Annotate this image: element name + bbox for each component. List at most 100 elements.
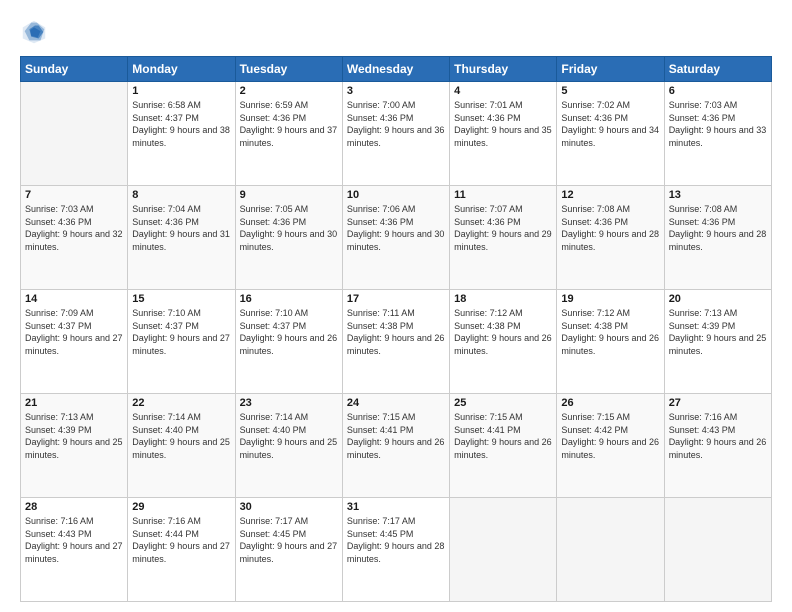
calendar-cell: 9 Sunrise: 7:05 AMSunset: 4:36 PMDaylight… — [235, 186, 342, 290]
day-info: Sunrise: 6:58 AMSunset: 4:37 PMDaylight:… — [132, 99, 230, 149]
day-info: Sunrise: 7:11 AMSunset: 4:38 PMDaylight:… — [347, 307, 445, 357]
calendar-cell: 30Sunrise: 7:17 AMSunset: 4:45 PMDayligh… — [235, 498, 342, 602]
day-number: 8 — [132, 189, 230, 201]
calendar-cell: 1Sunrise: 6:58 AMSunset: 4:37 PMDaylight… — [128, 82, 235, 186]
calendar-cell: 23Sunrise: 7:14 AMSunset: 4:40 PMDayligh… — [235, 394, 342, 498]
calendar-cell: 19 Sunrise: 7:12 AMSunset: 4:38 PMDayligh… — [557, 290, 664, 394]
day-info: Sunrise: 7:14 AMSunset: 4:40 PMDaylight:… — [132, 411, 230, 461]
day-info: Sunrise: 7:02 AMSunset: 4:36 PMDaylight:… — [561, 99, 659, 149]
day-number: 24 — [347, 397, 445, 409]
day-number: 15 — [132, 293, 230, 305]
header-day-saturday: Saturday — [664, 57, 771, 82]
calendar-cell: 2 Sunrise: 6:59 AMSunset: 4:36 PMDaylight… — [235, 82, 342, 186]
day-info: Sunrise: 7:08 AMSunset: 4:36 PMDaylight:… — [669, 203, 767, 253]
day-number: 25 — [454, 397, 552, 409]
calendar-cell: 15 Sunrise: 7:10 AMSunset: 4:37 PMDayligh… — [128, 290, 235, 394]
day-info: Sunrise: 7:15 AMSunset: 4:41 PMDaylight:… — [454, 411, 552, 461]
header-day-sunday: Sunday — [21, 57, 128, 82]
calendar-cell: 17 Sunrise: 7:11 AMSunset: 4:38 PMDayligh… — [342, 290, 449, 394]
day-info: Sunrise: 7:05 AMSunset: 4:36 PMDaylight:… — [240, 203, 338, 253]
day-info: Sunrise: 7:01 AMSunset: 4:36 PMDaylight:… — [454, 99, 552, 149]
day-number: 11 — [454, 189, 552, 201]
calendar-cell: 21 Sunrise: 7:13 AMSunset: 4:39 PMDayligh… — [21, 394, 128, 498]
day-number: 6 — [669, 85, 767, 97]
calendar-cell: 5 Sunrise: 7:02 AMSunset: 4:36 PMDaylight… — [557, 82, 664, 186]
day-number: 17 — [347, 293, 445, 305]
calendar-cell — [664, 498, 771, 602]
day-info: Sunrise: 7:17 AMSunset: 4:45 PMDaylight:… — [347, 515, 445, 565]
day-info: Sunrise: 7:04 AMSunset: 4:36 PMDaylight:… — [132, 203, 230, 253]
calendar-cell: 25 Sunrise: 7:15 AMSunset: 4:41 PMDayligh… — [450, 394, 557, 498]
day-info: Sunrise: 7:00 AMSunset: 4:36 PMDaylight:… — [347, 99, 445, 149]
day-number: 12 — [561, 189, 659, 201]
calendar-cell — [450, 498, 557, 602]
day-number: 18 — [454, 293, 552, 305]
day-number: 30 — [240, 501, 338, 513]
day-number: 27 — [669, 397, 767, 409]
week-row-2: 7 Sunrise: 7:03 AMSunset: 4:36 PMDaylight… — [21, 186, 772, 290]
calendar-cell: 27 Sunrise: 7:16 AMSunset: 4:43 PMDayligh… — [664, 394, 771, 498]
calendar-cell: 3 Sunrise: 7:00 AMSunset: 4:36 PMDaylight… — [342, 82, 449, 186]
day-number: 29 — [132, 501, 230, 513]
day-number: 19 — [561, 293, 659, 305]
calendar-table: SundayMondayTuesdayWednesdayThursdayFrid… — [20, 56, 772, 602]
day-number: 21 — [25, 397, 123, 409]
day-info: Sunrise: 7:12 AMSunset: 4:38 PMDaylight:… — [454, 307, 552, 357]
day-number: 26 — [561, 397, 659, 409]
header-day-thursday: Thursday — [450, 57, 557, 82]
calendar-cell: 24 Sunrise: 7:15 AMSunset: 4:41 PMDayligh… — [342, 394, 449, 498]
header-day-friday: Friday — [557, 57, 664, 82]
calendar-cell: 7 Sunrise: 7:03 AMSunset: 4:36 PMDaylight… — [21, 186, 128, 290]
calendar-cell: 29Sunrise: 7:16 AMSunset: 4:44 PMDayligh… — [128, 498, 235, 602]
day-number: 16 — [240, 293, 338, 305]
day-info: Sunrise: 7:08 AMSunset: 4:36 PMDaylight:… — [561, 203, 659, 253]
calendar-cell — [21, 82, 128, 186]
calendar-cell: 8 Sunrise: 7:04 AMSunset: 4:36 PMDaylight… — [128, 186, 235, 290]
day-info: Sunrise: 7:12 AMSunset: 4:38 PMDaylight:… — [561, 307, 659, 357]
day-number: 2 — [240, 85, 338, 97]
day-info: Sunrise: 7:15 AMSunset: 4:42 PMDaylight:… — [561, 411, 659, 461]
day-number: 20 — [669, 293, 767, 305]
day-number: 3 — [347, 85, 445, 97]
calendar-cell: 13 Sunrise: 7:08 AMSunset: 4:36 PMDayligh… — [664, 186, 771, 290]
day-number: 5 — [561, 85, 659, 97]
day-number: 14 — [25, 293, 123, 305]
logo-icon — [20, 18, 48, 46]
calendar-cell: 26 Sunrise: 7:15 AMSunset: 4:42 PMDayligh… — [557, 394, 664, 498]
day-info: Sunrise: 6:59 AMSunset: 4:36 PMDaylight:… — [240, 99, 338, 149]
day-number: 22 — [132, 397, 230, 409]
header — [20, 18, 772, 46]
day-number: 31 — [347, 501, 445, 513]
header-day-tuesday: Tuesday — [235, 57, 342, 82]
calendar-cell: 11Sunrise: 7:07 AMSunset: 4:36 PMDayligh… — [450, 186, 557, 290]
day-info: Sunrise: 7:16 AMSunset: 4:43 PMDaylight:… — [25, 515, 123, 565]
day-info: Sunrise: 7:03 AMSunset: 4:36 PMDaylight:… — [25, 203, 123, 253]
calendar-cell: 4 Sunrise: 7:01 AMSunset: 4:36 PMDaylight… — [450, 82, 557, 186]
calendar-cell: 18 Sunrise: 7:12 AMSunset: 4:38 PMDayligh… — [450, 290, 557, 394]
day-info: Sunrise: 7:09 AMSunset: 4:37 PMDaylight:… — [25, 307, 123, 357]
day-info: Sunrise: 7:13 AMSunset: 4:39 PMDaylight:… — [25, 411, 123, 461]
calendar-cell: 28Sunrise: 7:16 AMSunset: 4:43 PMDayligh… — [21, 498, 128, 602]
calendar-cell: 6Sunrise: 7:03 AMSunset: 4:36 PMDaylight… — [664, 82, 771, 186]
day-info: Sunrise: 7:10 AMSunset: 4:37 PMDaylight:… — [240, 307, 338, 357]
calendar-cell: 12 Sunrise: 7:08 AMSunset: 4:36 PMDayligh… — [557, 186, 664, 290]
day-number: 7 — [25, 189, 123, 201]
day-number: 9 — [240, 189, 338, 201]
calendar-header: SundayMondayTuesdayWednesdayThursdayFrid… — [21, 57, 772, 82]
day-info: Sunrise: 7:15 AMSunset: 4:41 PMDaylight:… — [347, 411, 445, 461]
week-row-1: 1Sunrise: 6:58 AMSunset: 4:37 PMDaylight… — [21, 82, 772, 186]
header-day-monday: Monday — [128, 57, 235, 82]
day-number: 4 — [454, 85, 552, 97]
day-info: Sunrise: 7:10 AMSunset: 4:37 PMDaylight:… — [132, 307, 230, 357]
day-number: 13 — [669, 189, 767, 201]
day-info: Sunrise: 7:16 AMSunset: 4:43 PMDaylight:… — [669, 411, 767, 461]
day-number: 10 — [347, 189, 445, 201]
calendar-cell: 22 Sunrise: 7:14 AMSunset: 4:40 PMDayligh… — [128, 394, 235, 498]
calendar-body: 1Sunrise: 6:58 AMSunset: 4:37 PMDaylight… — [21, 82, 772, 602]
week-row-4: 21 Sunrise: 7:13 AMSunset: 4:39 PMDayligh… — [21, 394, 772, 498]
logo — [20, 18, 52, 46]
week-row-3: 14 Sunrise: 7:09 AMSunset: 4:37 PMDayligh… — [21, 290, 772, 394]
week-row-5: 28Sunrise: 7:16 AMSunset: 4:43 PMDayligh… — [21, 498, 772, 602]
day-info: Sunrise: 7:14 AMSunset: 4:40 PMDaylight:… — [240, 411, 338, 461]
day-info: Sunrise: 7:06 AMSunset: 4:36 PMDaylight:… — [347, 203, 445, 253]
